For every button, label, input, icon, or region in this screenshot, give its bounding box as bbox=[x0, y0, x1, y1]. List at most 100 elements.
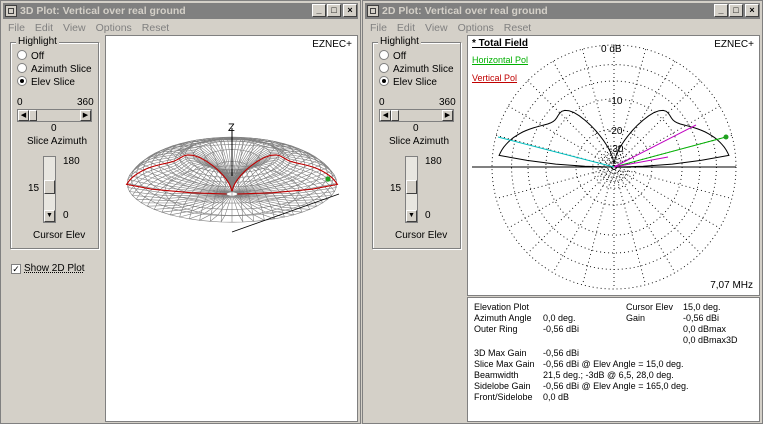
cursor-elev-info-value: 15,0 deg. bbox=[683, 302, 721, 312]
radio-elev-dot[interactable] bbox=[379, 76, 389, 86]
cursor-elev-max: 180 bbox=[425, 156, 442, 167]
title-bar[interactable]: 3D Plot: Vertical over real ground _ □ × bbox=[3, 3, 358, 19]
slider-thumb[interactable] bbox=[29, 110, 37, 121]
ring-label-0db: 0 dB bbox=[601, 44, 622, 55]
radio-elev-slice[interactable]: Elev Slice bbox=[17, 76, 75, 88]
slice-azimuth-value: 0 bbox=[51, 123, 57, 134]
azimuth-angle-value: 0,0 deg. bbox=[543, 313, 576, 323]
radio-elev-label: Elev Slice bbox=[393, 77, 437, 88]
legend-total-field: * Total Field bbox=[472, 38, 528, 49]
slider-thumb[interactable] bbox=[391, 110, 399, 121]
slider-right-arrow[interactable]: ▶ bbox=[80, 110, 91, 121]
slice-azimuth-slider[interactable]: ◀ ▶ bbox=[17, 109, 92, 122]
total-field-pattern bbox=[498, 109, 730, 168]
radio-elev-slice[interactable]: Elev Slice bbox=[379, 76, 437, 88]
radio-azimuth-dot[interactable] bbox=[379, 63, 389, 73]
cursor-elev-thumb[interactable] bbox=[44, 180, 55, 194]
plot-3d-area[interactable]: EZNEC+ Z bbox=[105, 35, 358, 422]
radio-off-label: Off bbox=[393, 51, 407, 62]
window-title: 2D Plot: Vertical over real ground bbox=[382, 5, 548, 17]
max-gain-3d-label: 3D Max Gain bbox=[474, 348, 527, 358]
slider-right-arrow[interactable]: ▶ bbox=[442, 110, 453, 121]
slider-left-arrow[interactable]: ◀ bbox=[380, 110, 391, 121]
menu-edit[interactable]: Edit bbox=[35, 22, 53, 34]
close-button[interactable]: × bbox=[745, 4, 759, 17]
legend-horizontal-pol: Horizontal Pol bbox=[472, 55, 529, 65]
radio-off[interactable]: Off bbox=[379, 50, 406, 62]
cursor-elev-slider[interactable]: ▼ bbox=[405, 156, 418, 223]
outer-ring-value: -0,56 dBi bbox=[543, 324, 580, 334]
beamwidth-line-upper bbox=[613, 124, 697, 168]
cursor-elev-max: 180 bbox=[63, 156, 80, 167]
beamwidth-label: Beamwidth bbox=[474, 370, 519, 380]
cursor-elev-info-label: Cursor Elev bbox=[626, 302, 674, 312]
z-axis-label: Z bbox=[228, 122, 235, 134]
radio-azimuth-slice[interactable]: Azimuth Slice bbox=[379, 63, 454, 75]
radio-elev-label: Elev Slice bbox=[31, 77, 75, 88]
slice-azimuth-min: 0 bbox=[17, 97, 23, 108]
app-icon[interactable] bbox=[5, 5, 17, 17]
maximize-button[interactable]: □ bbox=[327, 4, 341, 17]
menu-file[interactable]: File bbox=[8, 22, 25, 34]
app-icon[interactable] bbox=[367, 5, 379, 17]
radio-azimuth-dot[interactable] bbox=[17, 63, 27, 73]
radio-elev-dot[interactable] bbox=[17, 76, 27, 86]
sidelobe-gain-label: Sidelobe Gain bbox=[474, 381, 531, 391]
menu-reset[interactable]: Reset bbox=[142, 22, 169, 34]
sidelobe-gain-value: -0,56 dBi @ Elev Angle = 165,0 deg. bbox=[543, 381, 689, 391]
menu-reset[interactable]: Reset bbox=[504, 22, 531, 34]
title-bar[interactable]: 2D Plot: Vertical over real ground _ □ × bbox=[365, 3, 760, 19]
show-2d-plot-checkbox[interactable]: ✓ Show 2D Plot bbox=[11, 263, 85, 275]
menu-file[interactable]: File bbox=[370, 22, 387, 34]
frequency-label: 7,07 MHz bbox=[710, 280, 753, 291]
max-gain-3d-value: -0,56 dBi bbox=[543, 348, 580, 358]
menu-view[interactable]: View bbox=[425, 22, 448, 34]
menu-edit[interactable]: Edit bbox=[397, 22, 415, 34]
cursor-elev-label: Cursor Elev bbox=[395, 230, 448, 241]
gain-dbmax3d: 0,0 dBmax3D bbox=[683, 335, 738, 345]
slice-azimuth-slider[interactable]: ◀ ▶ bbox=[379, 109, 454, 122]
cursor-elev-min: 0 bbox=[63, 210, 69, 221]
menu-bar: File Edit View Options Reset bbox=[365, 20, 536, 36]
front-sidelobe-value: 0,0 dB bbox=[543, 392, 570, 402]
info-panel: Elevation Plot Azimuth Angle 0,0 deg. Ou… bbox=[467, 297, 760, 422]
radio-off-dot[interactable] bbox=[379, 50, 389, 60]
cursor-line-cyan bbox=[497, 136, 615, 168]
menu-view[interactable]: View bbox=[63, 22, 86, 34]
slice-azimuth-min: 0 bbox=[379, 97, 385, 108]
radio-off-dot[interactable] bbox=[17, 50, 27, 60]
ring-label-20: -20 bbox=[608, 126, 623, 137]
cursor-elev-min: 0 bbox=[425, 210, 431, 221]
front-sidelobe-label: Front/Sidelobe bbox=[474, 392, 533, 402]
highlight-legend: Highlight bbox=[378, 36, 421, 47]
minimize-button[interactable]: _ bbox=[714, 4, 728, 17]
ring-label-10: -10 bbox=[608, 96, 623, 107]
radio-azimuth-slice[interactable]: Azimuth Slice bbox=[17, 63, 92, 75]
cursor-elev-slider[interactable]: ▼ bbox=[43, 156, 56, 223]
menu-options[interactable]: Options bbox=[96, 22, 132, 34]
gain-label: Gain bbox=[626, 313, 646, 323]
window-3d-plot: 3D Plot: Vertical over real ground _ □ × F… bbox=[0, 0, 361, 424]
menu-options[interactable]: Options bbox=[458, 22, 494, 34]
cursor-elev-down-arrow[interactable]: ▼ bbox=[44, 210, 55, 222]
slice-azimuth-value: 0 bbox=[413, 123, 419, 134]
azimuth-angle-label: Azimuth Angle bbox=[474, 313, 532, 323]
show-2d-check-box[interactable]: ✓ bbox=[11, 264, 21, 274]
maximize-button[interactable]: □ bbox=[729, 4, 743, 17]
cursor-elev-down-arrow[interactable]: ▼ bbox=[406, 210, 417, 222]
slice-azimuth-max: 360 bbox=[77, 97, 94, 108]
radio-off-label: Off bbox=[31, 51, 45, 62]
radio-off[interactable]: Off bbox=[17, 50, 44, 62]
cursor-marker bbox=[723, 134, 729, 140]
plot-2d-area[interactable]: 0 dB -10 -20 -30 * Total Field Horizonta… bbox=[467, 35, 760, 296]
slider-left-arrow[interactable]: ◀ bbox=[18, 110, 29, 121]
slice-max-gain-value: -0,56 dBi @ Elev Angle = 15,0 deg. bbox=[543, 359, 684, 369]
slice-azimuth-label: Slice Azimuth bbox=[389, 136, 450, 147]
cursor-elev-value: 15 bbox=[390, 183, 402, 194]
cursor-elev-thumb[interactable] bbox=[406, 180, 417, 194]
menu-bar: File Edit View Options Reset bbox=[3, 20, 174, 36]
minimize-button[interactable]: _ bbox=[312, 4, 326, 17]
cursor-elev-value: 15 bbox=[28, 183, 40, 194]
close-button[interactable]: × bbox=[343, 4, 357, 17]
beamwidth-value: 21,5 deg.; -3dB @ 6,5, 28,0 deg. bbox=[543, 370, 674, 380]
